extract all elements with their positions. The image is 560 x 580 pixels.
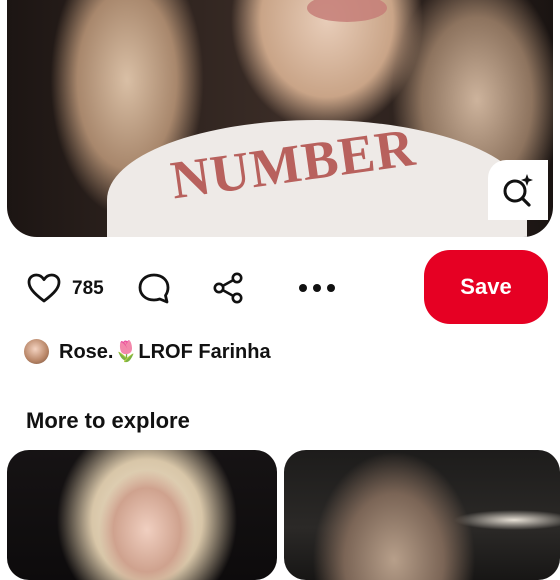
creator-row[interactable]: Rose.🌷LROF Farinha bbox=[24, 338, 271, 364]
pin-image[interactable]: NUMBER bbox=[7, 0, 553, 237]
like-button[interactable] bbox=[24, 272, 64, 304]
like-count: 785 bbox=[72, 278, 104, 299]
pin-actions: 785 Save bbox=[0, 250, 560, 324]
explore-pin-2[interactable] bbox=[284, 450, 560, 580]
save-button[interactable]: Save bbox=[424, 250, 548, 324]
comment-button[interactable] bbox=[134, 270, 174, 306]
section-title: More to explore bbox=[26, 408, 190, 433]
share-icon bbox=[213, 272, 243, 304]
face-detail bbox=[307, 0, 387, 22]
visual-search-button[interactable] bbox=[488, 160, 548, 220]
heart-icon bbox=[27, 273, 61, 303]
more-icon bbox=[299, 284, 335, 292]
visual-search-icon bbox=[503, 174, 533, 207]
creator-name[interactable]: Rose.🌷LROF Farinha bbox=[59, 339, 271, 364]
comment-icon bbox=[138, 273, 170, 304]
avatar[interactable] bbox=[24, 338, 49, 364]
share-button[interactable] bbox=[208, 270, 248, 306]
more-button[interactable] bbox=[293, 276, 341, 300]
explore-pin-1[interactable] bbox=[7, 450, 277, 580]
